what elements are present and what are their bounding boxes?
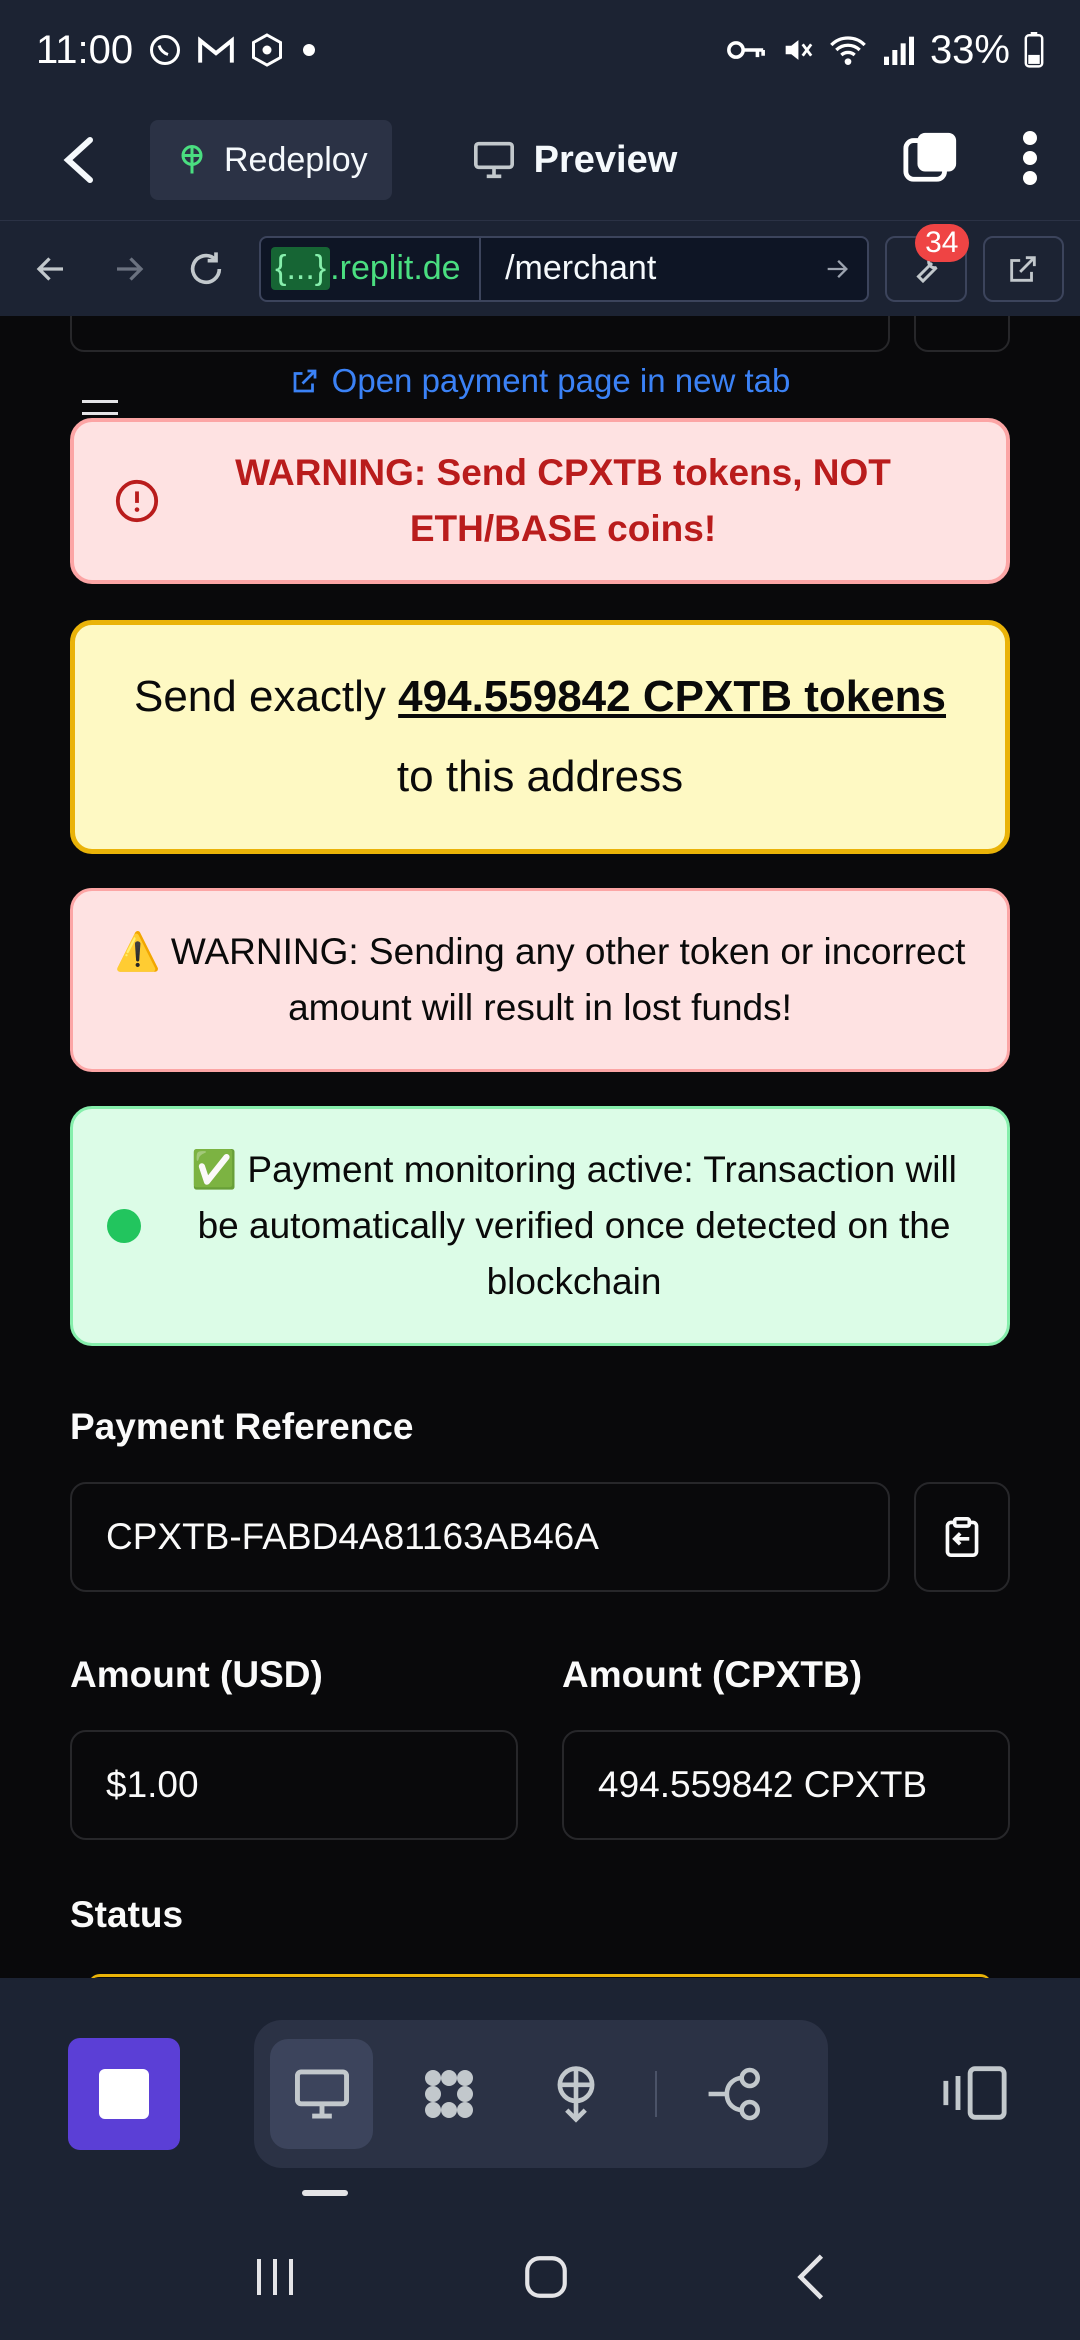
clipboard-copy-icon [945,1517,979,1558]
amount-usd-field[interactable]: $1.00 [70,1730,518,1840]
chevron-left-icon [63,137,93,183]
devtools-button[interactable]: 34 [885,223,969,302]
clock: 11:00 [36,27,134,72]
status-label: Status [70,1894,184,1935]
monitor-icon [473,141,514,179]
browser-back-button[interactable] [16,233,86,305]
live-status-dot [107,1209,141,1243]
monitor-icon [294,2069,349,2119]
agent-icon [424,2070,473,2118]
browser-toolbar: {...} .replit.de /merchant 34 [0,220,1080,316]
recent-apps-button[interactable] [251,2255,299,2304]
agent-tool-button[interactable] [397,2039,500,2149]
signal-icon [882,35,916,65]
preview-tool-button[interactable] [270,2039,374,2149]
deploy-icon [181,145,203,174]
open-payment-page-link[interactable]: Open payment page in new tab [0,362,1080,400]
tabs-icon [903,132,957,182]
status-bar: 11:00 33% [0,0,1080,100]
recents-icon [257,2258,293,2295]
payment-reference-label: Payment Reference [70,1406,414,1447]
tool-separator [655,2071,657,2117]
redeploy-button[interactable]: Redeploy [150,120,392,200]
payment-reference-field[interactable]: CPXTB-FABD4A81163AB46A [70,1482,890,1592]
browser-forward-button[interactable] [94,233,164,305]
battery-icon [1024,32,1044,68]
device-toggle-button[interactable] [920,2038,1030,2148]
address-field-partial[interactable] [70,316,890,352]
redeploy-label: Redeploy [224,140,368,179]
external-link-icon [1010,255,1037,282]
monitoring-status-card: ✅ Payment monitoring active: Transaction… [70,1106,1010,1346]
home-icon [525,2255,567,2298]
token-warning-card: WARNING: Send CPXTB tokens, NOT ETH/BASE… [70,418,1010,584]
preview-label: Preview [533,138,678,181]
copy-reference-button[interactable] [914,1482,1010,1592]
whatsapp-icon [147,32,183,68]
wifi-icon [828,33,868,67]
reload-button[interactable] [171,233,241,305]
home-button[interactable] [521,2252,571,2307]
gmail-icon [197,34,235,66]
more-options-button[interactable] [1020,128,1040,193]
deploy-icon [557,2066,595,2123]
lost-funds-warning-card: ⚠️ WARNING: Sending any other token or i… [70,888,1010,1072]
token-warning-text: WARNING: Send CPXTB tokens, NOT ETH/BASE… [235,452,891,549]
amount-usd-label: Amount (USD) [70,1654,323,1695]
send-amount-card: Send exactly 494.559842 CPXTB tokens to … [70,620,1010,854]
monitoring-text: ✅ Payment monitoring active: Transaction… [191,1149,957,1302]
alert-circle-icon [115,479,159,523]
copy-address-button-partial[interactable] [914,316,1010,352]
stop-button[interactable] [68,2038,180,2150]
preview-tab[interactable]: Preview [472,138,678,182]
git-tool-button[interactable] [685,2039,788,2149]
app-header: Redeploy Preview [0,100,1080,220]
lost-funds-warning-text: ⚠️ WARNING: Sending any other token or i… [114,931,966,1028]
notification-dot-icon [299,40,319,60]
workspace-toolbar [0,1978,1080,2218]
amount-cpxtb-field[interactable]: 494.559842 CPXTB [562,1730,1010,1840]
stop-icon [99,2069,149,2119]
url-path: /merchant [505,249,657,287]
arrow-right-icon [116,256,143,281]
open-external-button[interactable] [982,235,1064,302]
system-back-button[interactable] [793,2252,829,2307]
git-branch-icon [709,2067,761,2121]
tabs-button[interactable] [902,129,960,192]
url-go-button[interactable] [807,255,867,283]
external-link-icon [293,369,317,393]
reload-icon [191,251,222,284]
more-vertical-icon [1023,130,1037,185]
url-domain: {...} .replit.de [261,237,482,300]
battery-percent: 33% [929,27,1010,72]
tool-switcher [254,2020,828,2168]
preview-viewport: Open payment page in new tab WARNING: Se… [0,316,1080,1978]
send-prefix: Send exactly [133,672,386,721]
url-field[interactable]: {...} .replit.de /merchant [259,235,870,302]
back-button[interactable] [40,120,120,200]
vpn-key-icon [726,35,766,65]
crypto-app-icon [249,32,285,68]
devtools-badge: 34 [915,223,969,262]
arrow-left-icon [36,256,63,281]
chevron-left-icon [797,2254,824,2299]
deploy-tool-button[interactable] [524,2039,627,2149]
arrow-right-icon [827,259,849,278]
send-suffix: to this address [396,752,684,801]
system-navigation-bar [0,2218,1080,2340]
active-tab-indicator [302,2190,348,2196]
amount-cpxtb-label: Amount (CPXTB) [562,1654,863,1695]
devices-icon [943,2066,1007,2120]
send-amount: 494.559842 CPXTB tokens [398,672,947,721]
mute-icon [780,33,814,67]
